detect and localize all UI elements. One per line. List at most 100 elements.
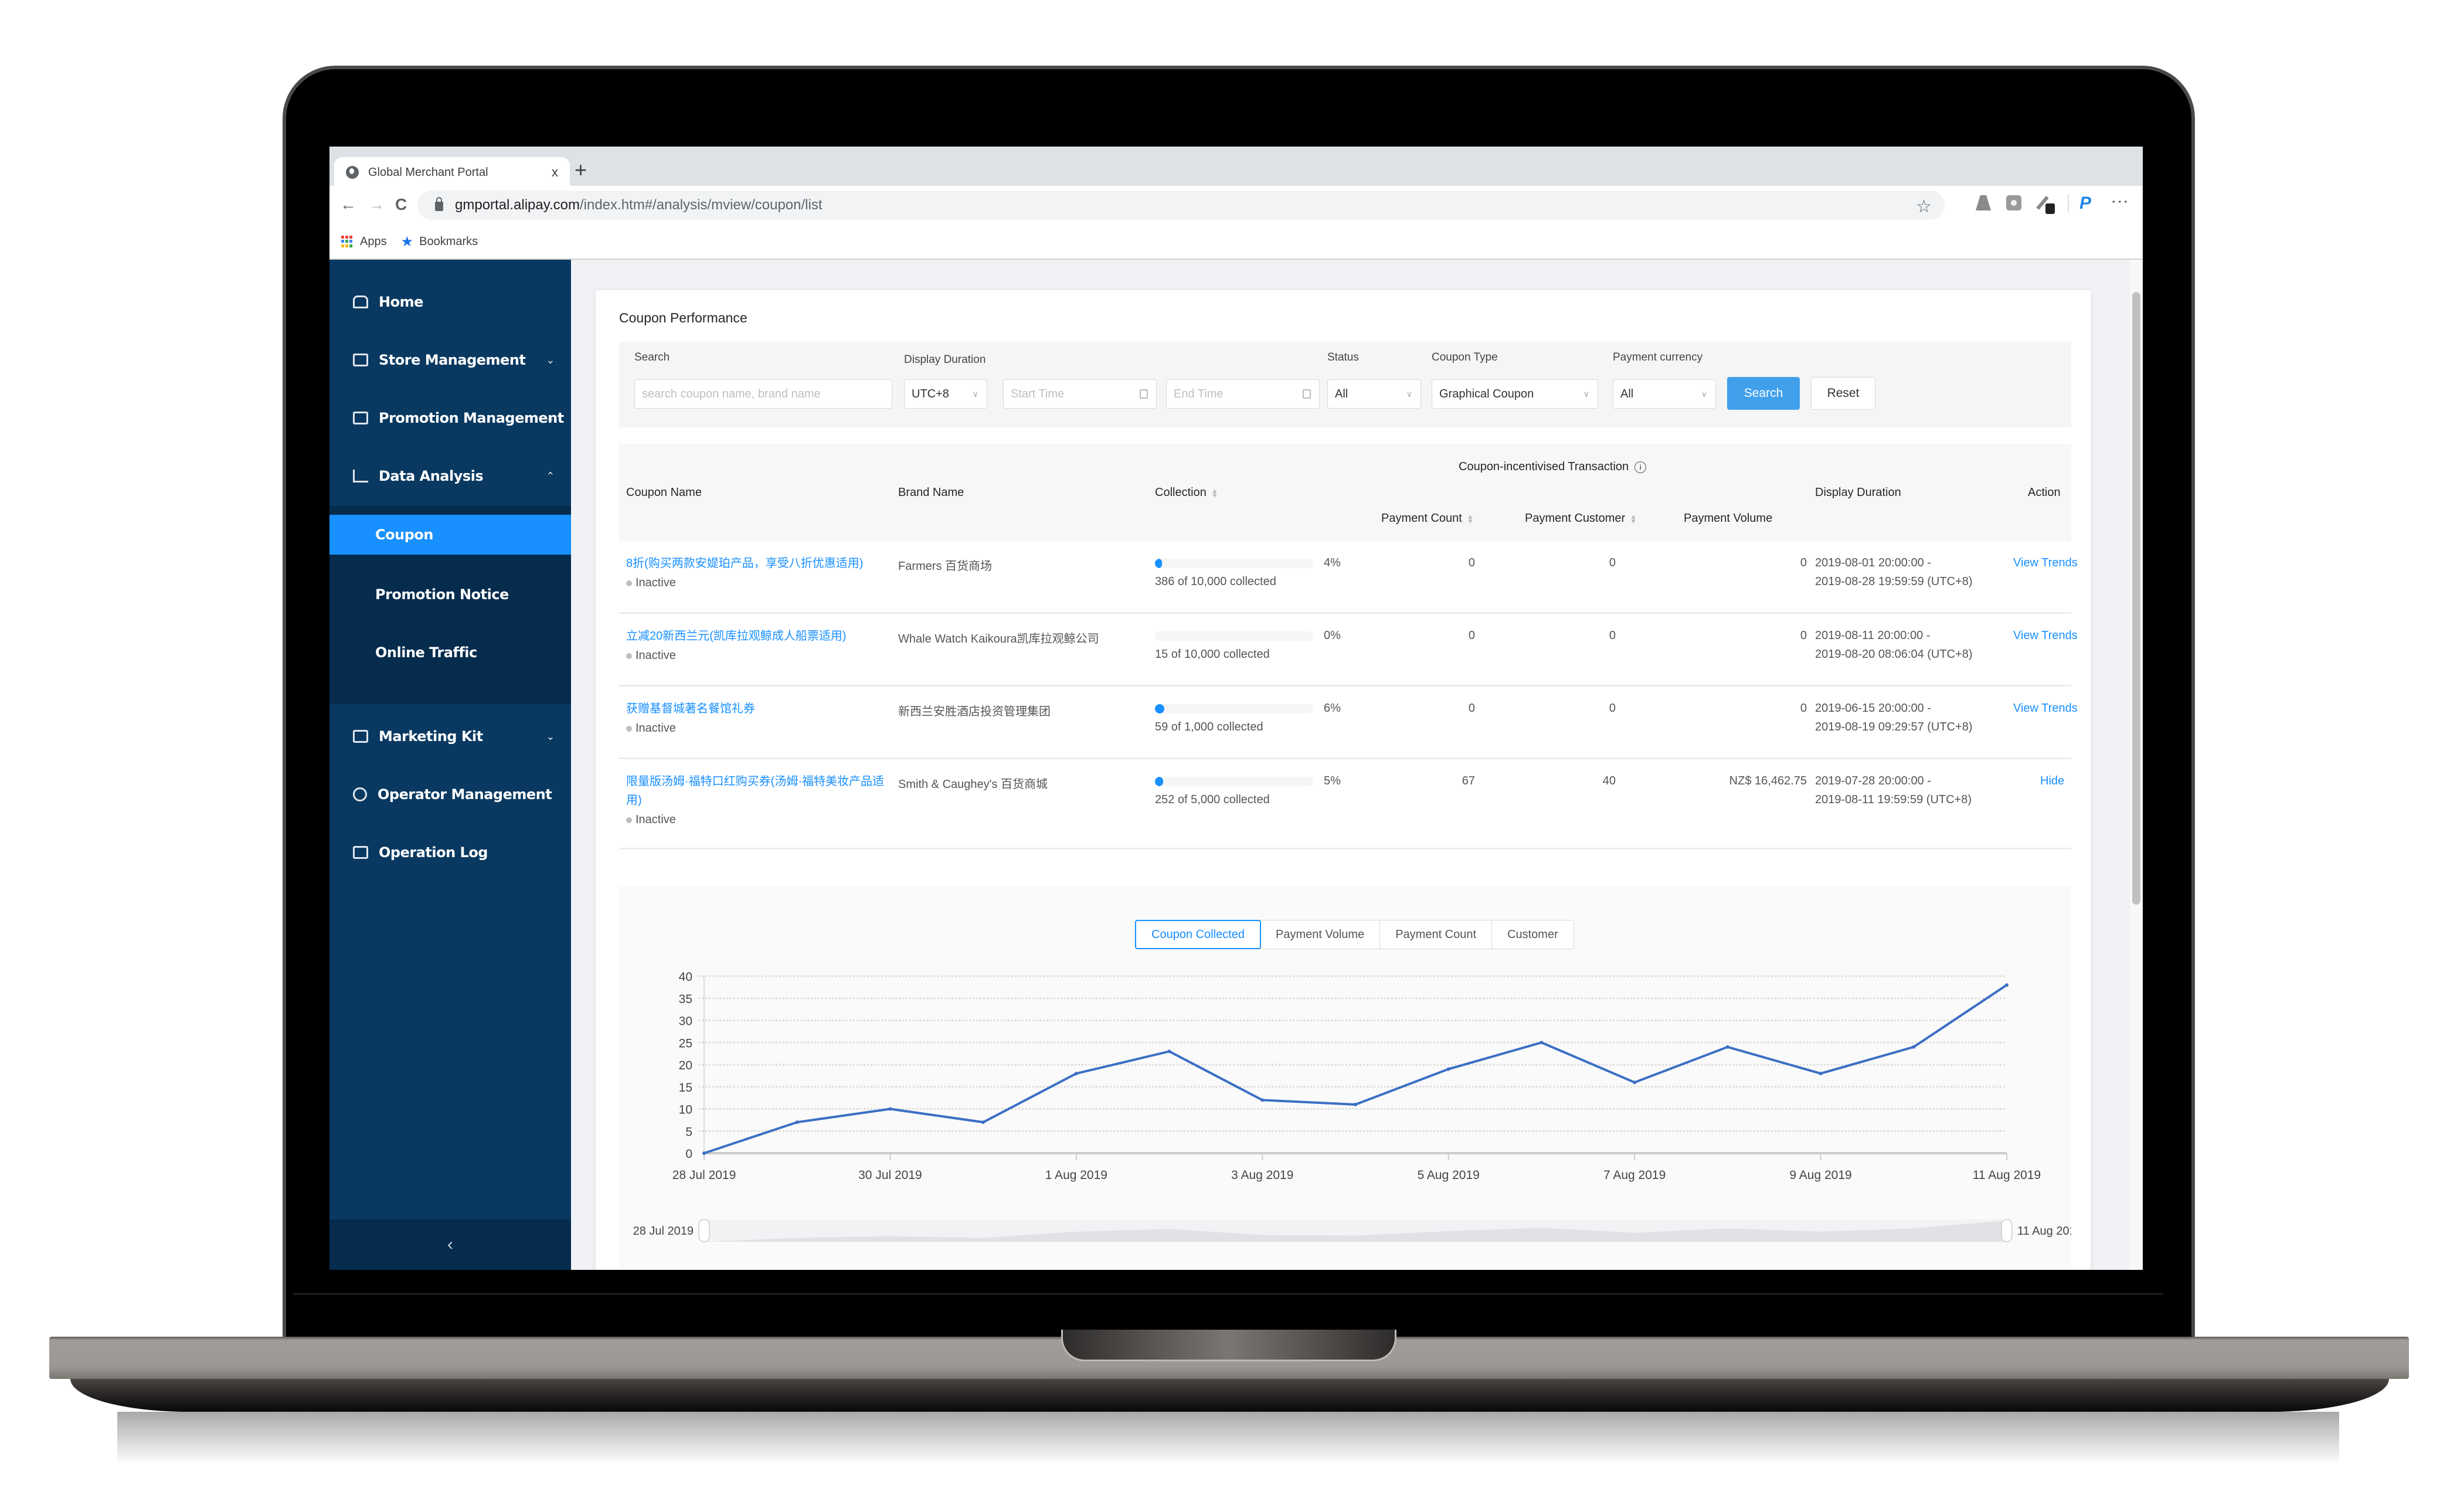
chevron-down-icon: ⌄ bbox=[546, 730, 555, 743]
hide-link[interactable]: Hide bbox=[2040, 774, 2064, 788]
calendar-icon bbox=[1140, 389, 1148, 399]
address-bar[interactable]: gmportal.alipay.com /index.htm#/analysis… bbox=[417, 191, 1945, 220]
close-tab-icon[interactable]: x bbox=[552, 165, 558, 180]
y-tick-label: 20 bbox=[679, 1059, 692, 1072]
browser-tab[interactable]: Global Merchant Portal x bbox=[334, 157, 570, 188]
col-coupon-name: Coupon Name bbox=[626, 486, 702, 499]
data-point[interactable] bbox=[1633, 1081, 1637, 1085]
sidebar-item-label: Data Analysis bbox=[379, 468, 484, 484]
col-payment-count[interactable]: Payment Count ▲ ▼ bbox=[1381, 512, 1474, 525]
data-point[interactable] bbox=[1074, 1072, 1078, 1076]
brush-start-label: 28 Jul 2019 bbox=[633, 1225, 694, 1238]
lock-icon bbox=[435, 197, 443, 211]
scrollbar-thumb[interactable] bbox=[2132, 292, 2140, 905]
camera-icon[interactable] bbox=[2006, 195, 2021, 210]
x-tick-label: 1 Aug 2019 bbox=[1045, 1168, 1107, 1182]
bookmark-bookmarks[interactable]: Bookmarks bbox=[419, 235, 478, 249]
data-point[interactable] bbox=[1725, 1045, 1729, 1049]
coupon-type-select[interactable]: Graphical Coupon ∨ bbox=[1432, 379, 1598, 409]
bookmark-apps[interactable]: Apps bbox=[360, 235, 387, 249]
search-input[interactable]: search coupon name, brand name bbox=[634, 379, 892, 409]
display-end: 2019-08-28 19:59:59 (UTC+8) bbox=[1815, 575, 1973, 588]
data-point[interactable] bbox=[702, 1151, 706, 1155]
globe-icon bbox=[346, 166, 359, 179]
data-point[interactable] bbox=[1819, 1072, 1823, 1076]
chevron-down-icon: ∨ bbox=[1583, 389, 1589, 399]
drive-icon[interactable] bbox=[1976, 195, 1991, 210]
coupon-name-link[interactable]: 8折(购买两款安媞珀产品，享受八折优惠适用) bbox=[626, 554, 884, 573]
x-tick-label: 30 Jul 2019 bbox=[858, 1168, 922, 1182]
data-point[interactable] bbox=[795, 1120, 799, 1124]
sidebar-item-store-management[interactable]: Store Management ⌄ bbox=[329, 337, 571, 383]
payment-customer: 40 bbox=[1602, 774, 1616, 787]
info-icon[interactable]: i bbox=[1634, 461, 1647, 473]
start-time-input[interactable]: Start Time bbox=[1003, 379, 1157, 409]
tab-payment-count[interactable]: Payment Count bbox=[1380, 920, 1493, 949]
data-point[interactable] bbox=[1167, 1049, 1171, 1054]
data-point[interactable] bbox=[888, 1107, 892, 1111]
data-point[interactable] bbox=[1912, 1045, 1916, 1049]
collection-count: 59 of 1,000 collected bbox=[1155, 721, 1263, 733]
collection-percent: 6% bbox=[1324, 702, 1341, 715]
payment-currency-select[interactable]: All ∨ bbox=[1613, 379, 1716, 409]
reload-icon[interactable]: C bbox=[395, 194, 407, 215]
sidebar-item-data-analysis[interactable]: Data Analysis ⌃ bbox=[329, 453, 571, 500]
status-label: Status bbox=[1327, 351, 1359, 363]
data-point[interactable] bbox=[1446, 1067, 1450, 1071]
tab-coupon-collected[interactable]: Coupon Collected bbox=[1135, 920, 1261, 949]
tab-customer[interactable]: Customer bbox=[1492, 920, 1574, 949]
search-button[interactable]: Search bbox=[1727, 377, 1800, 410]
sidebar-item-promotion-notice[interactable]: Promotion Notice bbox=[329, 573, 571, 616]
log-icon bbox=[353, 846, 368, 859]
browser-menu-icon[interactable]: ⋮ bbox=[2110, 193, 2129, 210]
sort-icon[interactable]: ▲ ▼ bbox=[1630, 513, 1637, 525]
coupon-name-link[interactable]: 立减20新西兰元(凯库拉观鲸成人船票适用) bbox=[626, 627, 884, 645]
data-point[interactable] bbox=[2005, 983, 2009, 987]
data-point[interactable] bbox=[1354, 1102, 1357, 1106]
start-time-placeholder: Start Time bbox=[1011, 387, 1065, 400]
coupon-name-link[interactable]: 获赠基督城著名餐馆礼券 bbox=[626, 699, 884, 718]
x-tick-label: 7 Aug 2019 bbox=[1603, 1168, 1666, 1182]
timezone-select[interactable]: UTC+8 ∨ bbox=[904, 379, 987, 409]
tab-payment-volume[interactable]: Payment Volume bbox=[1260, 920, 1381, 949]
view-trends-link[interactable]: View Trends bbox=[2013, 556, 2078, 570]
view-trends-link[interactable]: View Trends bbox=[2013, 629, 2078, 643]
bookmark-star-icon[interactable]: ☆ bbox=[1916, 196, 1932, 217]
date-range-brush[interactable]: 28 Jul 2019 11 Aug 2019 bbox=[619, 1217, 2071, 1246]
reset-button[interactable]: Reset bbox=[1811, 377, 1875, 410]
sidebar-item-operator-management[interactable]: Operator Management bbox=[329, 771, 571, 818]
back-icon[interactable]: ← bbox=[340, 194, 356, 215]
col-collection[interactable]: Collection ▲ ▼ bbox=[1155, 486, 1218, 500]
status-badge: Inactive bbox=[626, 576, 676, 590]
brush-handle-start[interactable] bbox=[698, 1219, 710, 1242]
p-extension-icon[interactable]: P bbox=[2079, 195, 2095, 212]
sidebar-item-promotion-management[interactable]: Promotion Management ⌄ bbox=[329, 395, 571, 441]
data-point[interactable] bbox=[981, 1120, 985, 1124]
sidebar-item-online-traffic[interactable]: Online Traffic bbox=[329, 631, 571, 674]
sidebar-item-marketing-kit[interactable]: Marketing Kit ⌄ bbox=[329, 713, 571, 760]
eyedropper-icon[interactable] bbox=[2038, 195, 2055, 214]
end-time-input[interactable]: End Time bbox=[1166, 379, 1320, 409]
collapse-sidebar-button[interactable]: ‹ bbox=[329, 1219, 571, 1270]
collection-progress bbox=[1155, 559, 1313, 568]
brush-handle-end[interactable] bbox=[2001, 1219, 2013, 1242]
col-payment-customer[interactable]: Payment Customer ▲ ▼ bbox=[1525, 512, 1637, 525]
payment-currency-value: All bbox=[1620, 387, 1634, 400]
col-brand-name: Brand Name bbox=[898, 486, 964, 499]
data-point[interactable] bbox=[1540, 1041, 1544, 1045]
coupon-name-link[interactable]: 限量版汤姆·福特口红购买券(汤姆·福特美妆产品适用) bbox=[626, 772, 884, 810]
sidebar-item-home[interactable]: Home bbox=[329, 278, 571, 325]
table-row: 获赠基督城著名餐馆礼券 Inactive 新西兰安胜酒店投资管理集团 6% 59… bbox=[619, 687, 2078, 759]
forward-icon[interactable]: → bbox=[368, 194, 385, 215]
data-point[interactable] bbox=[1260, 1098, 1265, 1102]
sidebar-item-operation-log[interactable]: Operation Log bbox=[329, 829, 571, 876]
bezel-line bbox=[293, 1293, 2163, 1294]
collection-count: 252 of 5,000 collected bbox=[1155, 793, 1270, 806]
status-select[interactable]: All ∨ bbox=[1327, 379, 1421, 409]
search-placeholder: search coupon name, brand name bbox=[642, 387, 821, 400]
new-tab-icon[interactable]: + bbox=[575, 158, 587, 182]
view-trends-link[interactable]: View Trends bbox=[2013, 702, 2078, 715]
sidebar-item-coupon[interactable]: Coupon bbox=[329, 515, 571, 555]
sort-icon[interactable]: ▲ ▼ bbox=[1467, 513, 1474, 525]
sort-icon[interactable]: ▲ ▼ bbox=[1211, 487, 1218, 499]
